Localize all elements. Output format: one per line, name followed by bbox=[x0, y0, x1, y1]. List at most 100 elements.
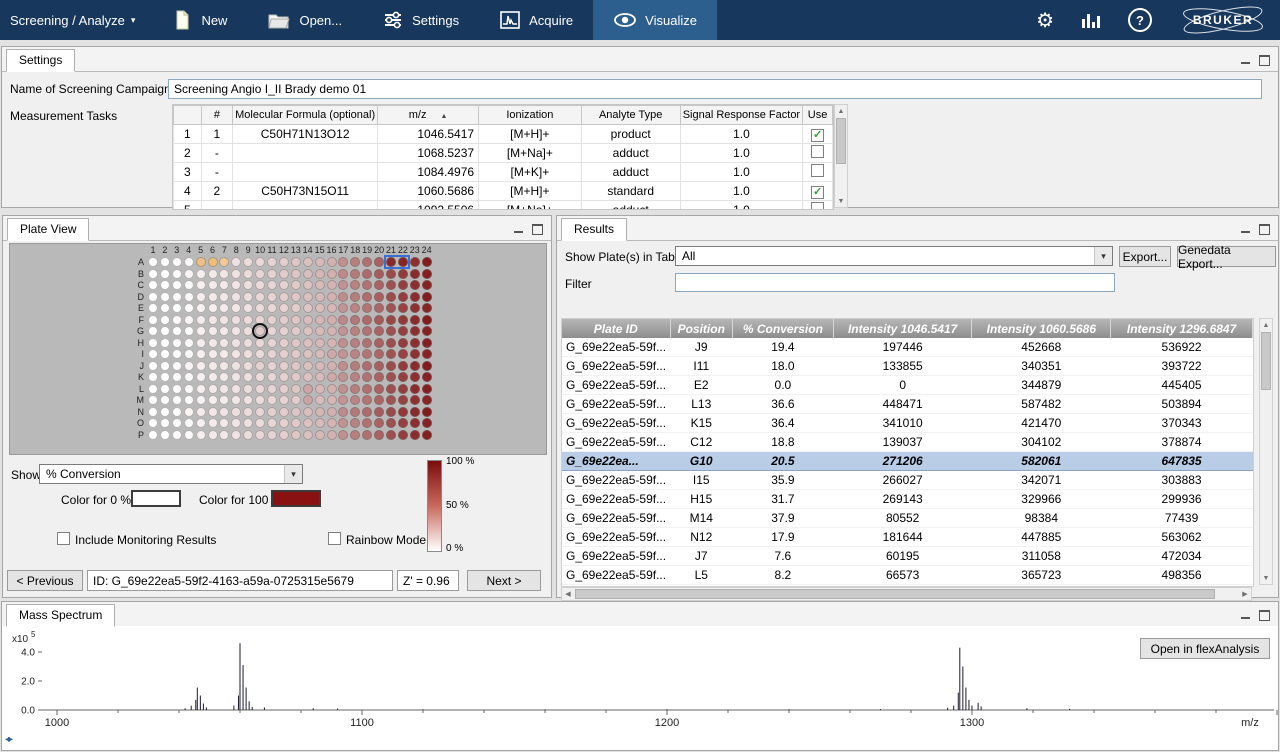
scrollbar-thumb[interactable] bbox=[575, 589, 1215, 599]
well-I16[interactable] bbox=[327, 349, 337, 359]
well-A6[interactable] bbox=[208, 257, 218, 267]
well-P8[interactable] bbox=[231, 430, 241, 440]
well-I10[interactable] bbox=[255, 349, 265, 359]
well-J22[interactable] bbox=[398, 361, 408, 371]
well-N23[interactable] bbox=[410, 407, 420, 417]
measurement-col-header[interactable]: # bbox=[201, 106, 233, 125]
well-M18[interactable] bbox=[350, 395, 360, 405]
well-K11[interactable] bbox=[267, 372, 277, 382]
include-monitoring-checkbox[interactable] bbox=[57, 532, 70, 545]
well-J13[interactable] bbox=[291, 361, 301, 371]
well-F11[interactable] bbox=[267, 315, 277, 325]
well-K7[interactable] bbox=[219, 372, 229, 382]
well-B22[interactable] bbox=[398, 269, 408, 279]
well-K2[interactable] bbox=[160, 372, 170, 382]
well-H16[interactable] bbox=[327, 338, 337, 348]
well-O24[interactable] bbox=[422, 418, 432, 428]
well-P17[interactable] bbox=[338, 430, 348, 440]
results-row[interactable]: G_69e22ea5-59f...M1437.9805529838477439 bbox=[562, 509, 1253, 528]
well-D16[interactable] bbox=[327, 292, 337, 302]
well-C5[interactable] bbox=[196, 280, 206, 290]
well-I8[interactable] bbox=[231, 349, 241, 359]
well-C20[interactable] bbox=[374, 280, 384, 290]
well-G5[interactable] bbox=[196, 326, 206, 336]
well-O9[interactable] bbox=[243, 418, 253, 428]
well-I21[interactable] bbox=[386, 349, 396, 359]
well-A12[interactable] bbox=[279, 257, 289, 267]
well-J20[interactable] bbox=[374, 361, 384, 371]
well-F22[interactable] bbox=[398, 315, 408, 325]
well-H1[interactable] bbox=[148, 338, 158, 348]
well-G18[interactable] bbox=[350, 326, 360, 336]
well-C8[interactable] bbox=[231, 280, 241, 290]
results-row[interactable]: G_69e22ea5-59f...J77.660195311058472034 bbox=[562, 547, 1253, 566]
well-I24[interactable] bbox=[422, 349, 432, 359]
well-K23[interactable] bbox=[410, 372, 420, 382]
well-L18[interactable] bbox=[350, 384, 360, 394]
well-C13[interactable] bbox=[291, 280, 301, 290]
scrollbar-thumb[interactable] bbox=[836, 118, 846, 164]
tasks-vertical-scrollbar[interactable] bbox=[834, 104, 848, 208]
use-checkbox[interactable]: ✓ bbox=[811, 186, 824, 199]
well-L21[interactable] bbox=[386, 384, 396, 394]
well-C12[interactable] bbox=[279, 280, 289, 290]
well-C6[interactable] bbox=[208, 280, 218, 290]
well-B23[interactable] bbox=[410, 269, 420, 279]
well-E15[interactable] bbox=[315, 303, 325, 313]
well-A1[interactable] bbox=[148, 257, 158, 267]
well-F18[interactable] bbox=[350, 315, 360, 325]
well-L6[interactable] bbox=[208, 384, 218, 394]
well-I5[interactable] bbox=[196, 349, 206, 359]
measurement-col-header[interactable]: Analyte Type bbox=[581, 106, 680, 125]
well-P6[interactable] bbox=[208, 430, 218, 440]
well-B7[interactable] bbox=[219, 269, 229, 279]
well-B13[interactable] bbox=[291, 269, 301, 279]
minimize-icon[interactable] bbox=[514, 225, 524, 234]
measurement-task-row[interactable]: 2-1068.5237[M+Na]+adduct1.0 bbox=[174, 144, 833, 163]
measurement-col-header[interactable]: Use bbox=[803, 106, 833, 125]
well-M4[interactable] bbox=[184, 395, 194, 405]
well-O4[interactable] bbox=[184, 418, 194, 428]
well-H3[interactable] bbox=[172, 338, 182, 348]
maximize-icon[interactable] bbox=[532, 224, 543, 235]
results-col-header[interactable]: Plate ID bbox=[562, 319, 670, 338]
well-D3[interactable] bbox=[172, 292, 182, 302]
well-G12[interactable] bbox=[279, 326, 289, 336]
maximize-icon[interactable] bbox=[1259, 224, 1270, 235]
previous-plate-button[interactable]: < Previous bbox=[7, 570, 83, 591]
well-D2[interactable] bbox=[160, 292, 170, 302]
well-K10[interactable] bbox=[255, 372, 265, 382]
well-O13[interactable] bbox=[291, 418, 301, 428]
spectrum-pan-icon[interactable]: ◂▸ bbox=[5, 734, 11, 745]
well-H5[interactable] bbox=[196, 338, 206, 348]
well-K18[interactable] bbox=[350, 372, 360, 382]
well-I12[interactable] bbox=[279, 349, 289, 359]
well-K5[interactable] bbox=[196, 372, 206, 382]
well-F16[interactable] bbox=[327, 315, 337, 325]
measurement-col-header[interactable]: Ionization bbox=[479, 106, 582, 125]
well-A23[interactable] bbox=[410, 257, 420, 267]
gear-icon[interactable] bbox=[1036, 8, 1054, 33]
well-L14[interactable] bbox=[303, 384, 313, 394]
use-checkbox[interactable] bbox=[811, 202, 824, 210]
well-A11[interactable] bbox=[267, 257, 277, 267]
well-B4[interactable] bbox=[184, 269, 194, 279]
well-A8[interactable] bbox=[231, 257, 241, 267]
measurement-task-row[interactable]: 3-1084.4976[M+K]+adduct1.0 bbox=[174, 163, 833, 182]
well-C19[interactable] bbox=[362, 280, 372, 290]
well-I15[interactable] bbox=[315, 349, 325, 359]
well-O8[interactable] bbox=[231, 418, 241, 428]
well-D7[interactable] bbox=[219, 292, 229, 302]
minimize-icon[interactable] bbox=[1241, 611, 1251, 620]
well-L16[interactable] bbox=[327, 384, 337, 394]
results-row[interactable]: G_69e22ea...G1020.5271206582061647835 bbox=[562, 452, 1253, 471]
well-F6[interactable] bbox=[208, 315, 218, 325]
well-N20[interactable] bbox=[374, 407, 384, 417]
well-F2[interactable] bbox=[160, 315, 170, 325]
well-N8[interactable] bbox=[231, 407, 241, 417]
well-C1[interactable] bbox=[148, 280, 158, 290]
well-H12[interactable] bbox=[279, 338, 289, 348]
well-G1[interactable] bbox=[148, 326, 158, 336]
well-O12[interactable] bbox=[279, 418, 289, 428]
well-P12[interactable] bbox=[279, 430, 289, 440]
